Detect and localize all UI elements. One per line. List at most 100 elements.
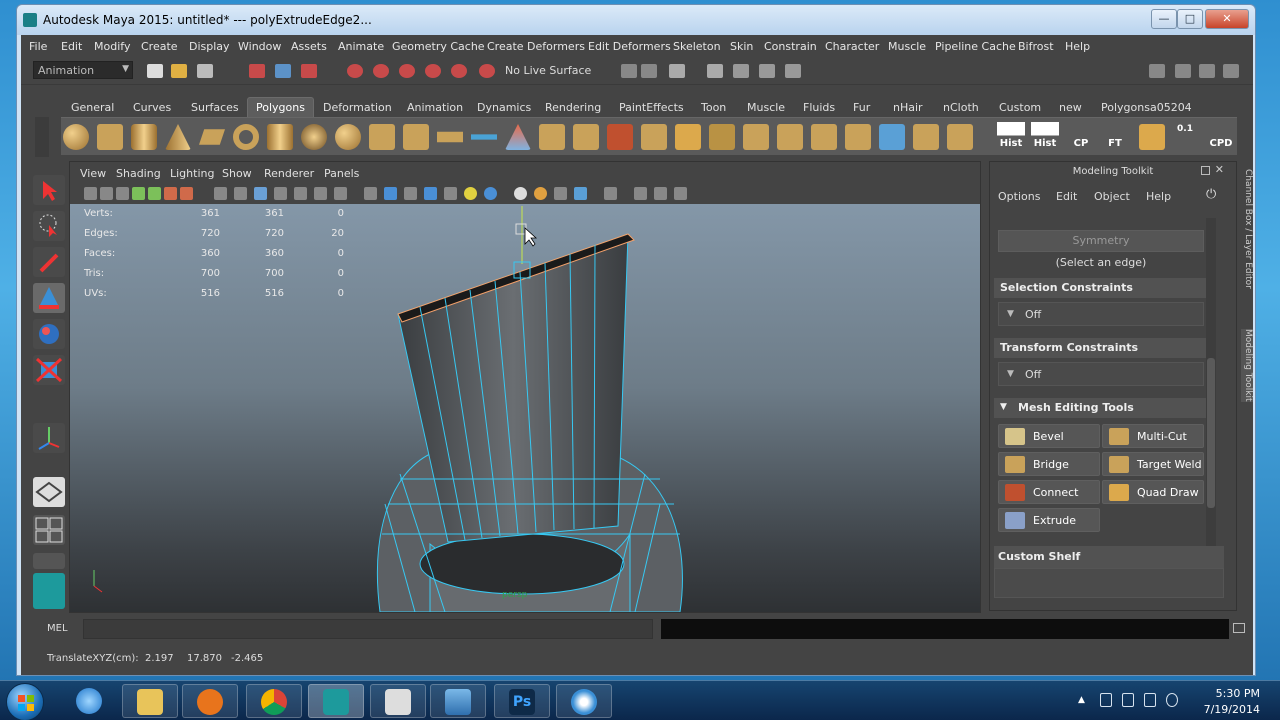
start-button[interactable] [6, 683, 44, 720]
transform-constraints-header[interactable]: Transform Constraints [994, 338, 1208, 358]
menu-character[interactable]: Character [825, 40, 879, 53]
menu-create-deformers[interactable]: Create Deformers [487, 40, 585, 53]
toolkit-scrollbar[interactable] [1206, 218, 1216, 558]
construction-history-icon[interactable] [669, 64, 685, 78]
tab-nhair[interactable]: nHair [893, 101, 923, 114]
tab-custom[interactable]: Custom [999, 101, 1041, 114]
script-editor-icon[interactable] [1233, 623, 1245, 633]
camera-attributes-icon[interactable] [100, 187, 113, 200]
close-button[interactable]: ✕ [1205, 9, 1249, 29]
vp-menu-renderer[interactable]: Renderer [264, 167, 314, 180]
volume-icon[interactable] [1166, 693, 1178, 707]
ambient-occlusion-icon[interactable] [514, 187, 527, 200]
tray-expand-icon[interactable]: ▲ [1078, 695, 1085, 705]
extrude-shelf-icon[interactable] [743, 124, 769, 150]
mel-label[interactable]: MEL [47, 623, 68, 634]
save-scene-icon[interactable] [197, 64, 213, 78]
taskbar-file-explorer[interactable] [122, 684, 178, 718]
menu-modify[interactable]: Modify [94, 40, 130, 53]
lasso-tool[interactable] [33, 211, 65, 241]
power-icon[interactable]: ⏻ [1206, 187, 1216, 202]
bridge-shelf-icon[interactable] [777, 124, 803, 150]
multi-cut-button[interactable]: Multi-Cut [1102, 424, 1204, 448]
maximize-button[interactable]: □ [1177, 9, 1203, 29]
insert-edge-loop-icon[interactable] [675, 124, 701, 150]
taskbar-chrome[interactable] [246, 684, 302, 718]
menu-file[interactable]: File [29, 40, 47, 53]
safe-action-icon[interactable] [294, 187, 307, 200]
attribute-editor-icon[interactable] [1175, 64, 1191, 78]
target-weld-button[interactable]: Target Weld [1102, 452, 1204, 476]
menu-animate[interactable]: Animate [338, 40, 384, 53]
select-object-icon[interactable] [275, 64, 291, 78]
grease-pencil-icon[interactable] [164, 187, 177, 200]
delete-history-button[interactable]: Hist [997, 122, 1025, 152]
connect-button[interactable]: Connect [998, 480, 1100, 504]
taskbar-media-player[interactable] [182, 684, 238, 718]
render-settings-icon[interactable] [785, 64, 801, 78]
vp-menu-view[interactable]: View [80, 167, 106, 180]
field-chart-icon[interactable] [274, 187, 287, 200]
separate-icon[interactable] [403, 124, 429, 150]
command-input[interactable] [83, 619, 653, 639]
render-view-icon[interactable] [707, 64, 723, 78]
gate-mask-icon[interactable] [254, 187, 267, 200]
menu-edit[interactable]: Edit [61, 40, 82, 53]
tab-rendering[interactable]: Rendering [545, 101, 601, 114]
symmetry-button[interactable]: Symmetry [998, 230, 1204, 252]
taskbar-zbrush[interactable] [370, 684, 426, 718]
system-clock[interactable]: 5:30 PM 7/19/2014 [1200, 686, 1260, 718]
perspective-viewport[interactable]: Verts: 361 361 0 Edges: 720 720 20 Faces: 360 36… [70, 204, 980, 612]
grid-snap-icon[interactable] [1139, 124, 1165, 150]
channel-box-tab[interactable]: Channel Box / Layer Editor [1241, 169, 1253, 289]
snap-curve-icon[interactable] [373, 64, 389, 78]
selection-constraints-dropdown[interactable]: ▼ Off [998, 302, 1204, 326]
taskbar-photoshop[interactable]: Ps [494, 684, 550, 718]
xray-icon[interactable] [634, 187, 647, 200]
use-lights-icon[interactable] [464, 187, 477, 200]
new-scene-icon[interactable] [147, 64, 163, 78]
select-tool[interactable] [33, 175, 65, 205]
menu-skin[interactable]: Skin [730, 40, 753, 53]
modeling-toolkit-tab[interactable]: Modeling Toolkit [1241, 329, 1253, 402]
menu-geometry-cache[interactable]: Geometry Cache [392, 40, 485, 53]
vp-menu-panels[interactable]: Panels [324, 167, 359, 180]
poly-platonic-icon[interactable] [335, 124, 361, 150]
select-component-icon[interactable] [301, 64, 317, 78]
tab-fur[interactable]: Fur [853, 101, 870, 114]
cpd-button[interactable]: CPD [1207, 122, 1235, 152]
menu-bifrost[interactable]: Bifrost [1018, 40, 1054, 53]
taskbar-flower-app[interactable] [556, 684, 612, 718]
poly-cylinder-icon[interactable] [131, 124, 157, 150]
tab-polygons[interactable]: Polygons [247, 97, 314, 117]
menu-create[interactable]: Create [141, 40, 178, 53]
depth-of-field-icon[interactable] [574, 187, 587, 200]
input-ops-icon[interactable] [621, 64, 637, 78]
merge-icon[interactable] [845, 124, 871, 150]
outliner-layout[interactable] [33, 553, 65, 569]
menu-window[interactable]: Window [238, 40, 281, 53]
tk-menu-options[interactable]: Options [998, 190, 1040, 203]
move-tool[interactable] [33, 283, 65, 313]
taskbar-maya[interactable] [308, 684, 364, 718]
taskbar-internet-explorer[interactable] [62, 684, 118, 718]
vp-menu-show[interactable]: Show [222, 167, 252, 180]
close-panel-icon[interactable]: ✕ [1215, 163, 1224, 176]
vp-menu-lighting[interactable]: Lighting [170, 167, 214, 180]
split-polygon-icon[interactable] [641, 124, 667, 150]
rotate-tool[interactable] [33, 319, 65, 349]
tab-polygonsa05204[interactable]: Polygonsa05204 [1101, 101, 1192, 114]
menu-muscle[interactable]: Muscle [888, 40, 926, 53]
motion-blur-icon[interactable] [534, 187, 547, 200]
film-gate-icon[interactable] [214, 187, 227, 200]
snap-point-icon[interactable] [399, 64, 415, 78]
menu-constrain[interactable]: Constrain [764, 40, 817, 53]
output-ops-icon[interactable] [641, 64, 657, 78]
bevel-shelf-icon[interactable] [539, 124, 565, 150]
poke-icon[interactable] [947, 124, 973, 150]
2d-pan-icon[interactable] [148, 187, 161, 200]
select-hierarchy-icon[interactable] [249, 64, 265, 78]
paint-select-tool[interactable] [33, 247, 65, 277]
quad-draw-button[interactable]: Quad Draw [1102, 480, 1204, 504]
tolerance-button[interactable]: 0.1 [1171, 122, 1199, 152]
